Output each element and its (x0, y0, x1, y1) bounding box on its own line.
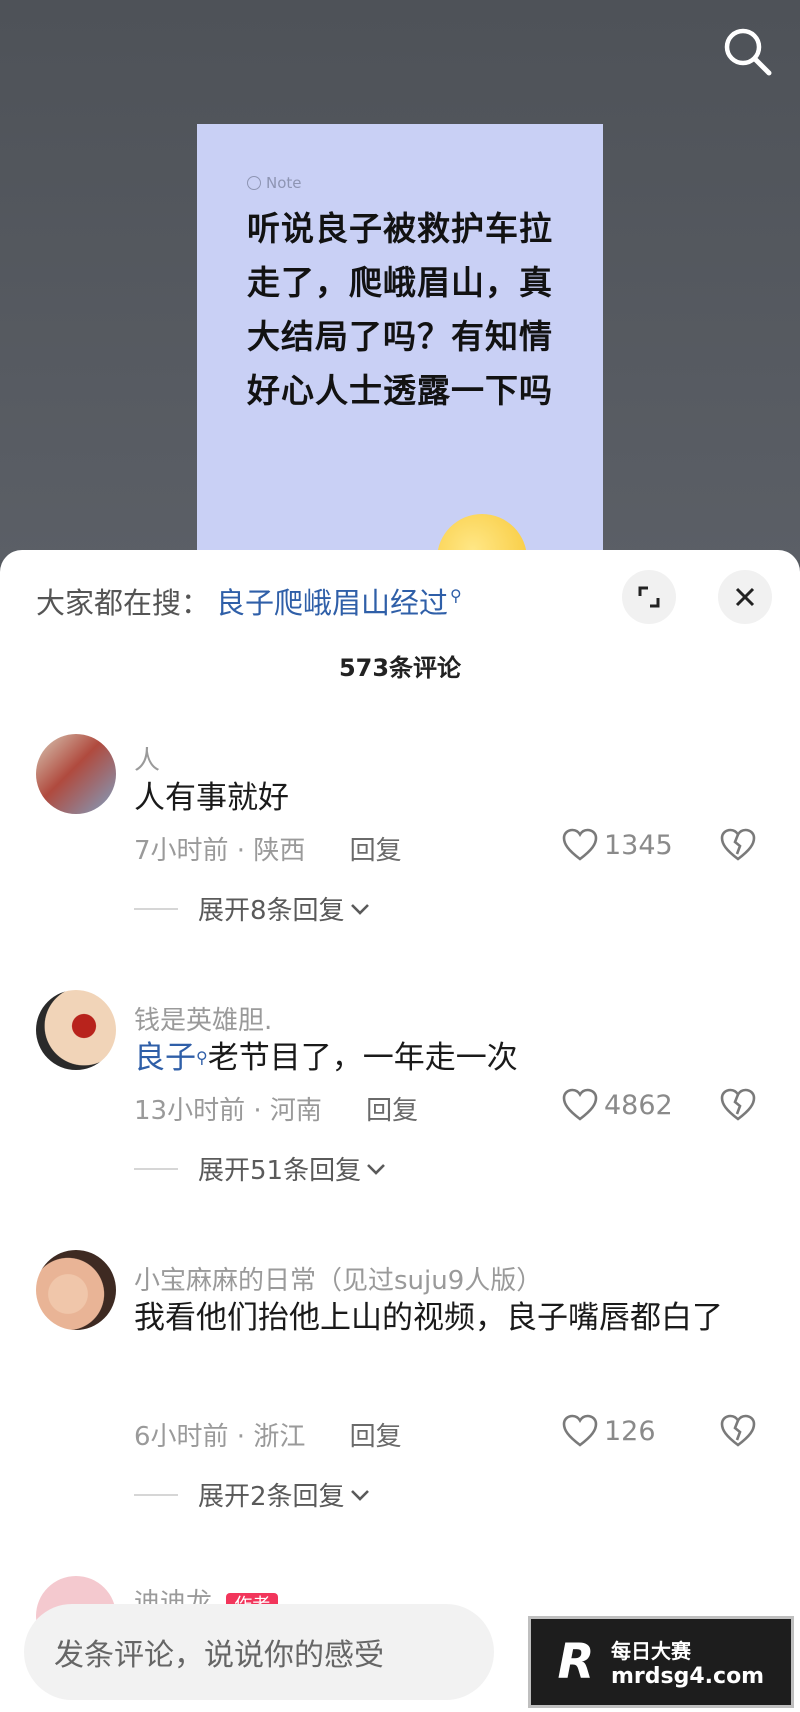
comment-sheet: 大家都在搜： 良子爬峨眉山经过 ⚲ 573条评论 人 人有事就好 7小时前 · … (0, 550, 800, 1712)
comment-text-body: 老节目了，一年走一次 (207, 1040, 518, 1076)
comment-input[interactable]: 发条评论，说说你的感受 (24, 1604, 494, 1700)
search-icon (724, 28, 772, 76)
expand-button[interactable] (622, 570, 676, 624)
expand-replies-label: 展开51条回复 (198, 1156, 362, 1186)
avatar[interactable] (36, 734, 116, 814)
comment-time: 7小时前 · 陕西 (134, 836, 306, 866)
comment-text: 人有事就好 (134, 780, 289, 816)
expand-replies[interactable]: 展开8条回复 (134, 890, 371, 927)
like-count: 126 (604, 1415, 656, 1447)
comment-meta: 13小时前 · 河南 回复 (134, 1090, 418, 1127)
search-small-icon: ⚲ (196, 1048, 208, 1067)
broken-heart-icon (720, 1414, 756, 1447)
dislike-button[interactable] (720, 1088, 756, 1126)
chevron-down-icon (350, 903, 369, 915)
chevron-down-icon (350, 1489, 369, 1501)
expand-replies-label: 展开2条回复 (198, 1482, 345, 1512)
hot-search[interactable]: 大家都在搜： 良子爬峨眉山经过 ⚲ (36, 580, 462, 622)
heart-icon (562, 828, 598, 861)
heart-icon (562, 1414, 598, 1447)
watermark-logo-icon: R (557, 1634, 595, 1690)
mention-link[interactable]: 良子⚲ (134, 1040, 208, 1076)
close-button[interactable] (718, 570, 772, 624)
chevron-down-icon (367, 1163, 386, 1175)
reply-button[interactable]: 回复 (350, 836, 402, 866)
avatar[interactable] (36, 1250, 116, 1330)
expand-icon (638, 586, 660, 608)
watermark-line1: 每日大赛 (611, 1639, 691, 1663)
search-button[interactable] (720, 24, 774, 78)
note-label: Note (247, 174, 302, 192)
broken-heart-icon (720, 1088, 756, 1121)
comment-meta: 6小时前 · 浙江 回复 (134, 1416, 402, 1453)
comment-text: 良子⚲老节目了，一年走一次 (134, 1030, 754, 1086)
comment-text: 我看他们抬他上山的视频，良子嘴唇都白了 (134, 1300, 723, 1336)
like-button[interactable]: 126 (562, 1414, 656, 1448)
watermark-text: 每日大赛 mrdsg4.com (611, 1635, 764, 1689)
like-button[interactable]: 4862 (562, 1088, 673, 1122)
watermark: R 每日大赛 mrdsg4.com (528, 1616, 794, 1708)
note-text: 听说良子被救护车拉走了，爬峨眉山，真大结局了吗？有知情好心人士透露一下吗 (247, 209, 553, 410)
reply-button[interactable]: 回复 (366, 1096, 418, 1126)
hot-search-term[interactable]: 良子爬峨眉山经过 (216, 580, 448, 622)
dislike-button[interactable] (720, 1414, 756, 1452)
avatar[interactable] (36, 990, 116, 1070)
note-label-text: Note (266, 174, 302, 192)
like-button[interactable]: 1345 (562, 828, 673, 862)
reply-button[interactable]: 回复 (350, 1422, 402, 1452)
expand-replies[interactable]: 展开2条回复 (134, 1476, 371, 1513)
hot-search-prefix: 大家都在搜： (36, 586, 211, 620)
expand-replies[interactable]: 展开51条回复 (134, 1150, 387, 1187)
divider-line (134, 907, 178, 910)
video-area[interactable]: Note 听说良子被救护车拉走了，爬峨眉山，真大结局了吗？有知情好心人士透露一下… (0, 0, 800, 560)
divider-line (134, 1167, 178, 1170)
like-count: 4862 (604, 1089, 673, 1121)
search-small-icon: ⚲ (450, 585, 462, 605)
expand-replies-label: 展开8条回复 (198, 896, 345, 926)
comment-count: 573条评论 (338, 654, 462, 682)
divider-line (134, 1493, 178, 1496)
broken-heart-icon (720, 828, 756, 861)
close-icon (735, 587, 755, 607)
mention-text: 良子 (134, 1040, 196, 1076)
comment-meta: 7小时前 · 陕西 回复 (134, 830, 402, 867)
like-count: 1345 (604, 829, 673, 861)
comment-time: 6小时前 · 浙江 (134, 1422, 306, 1452)
comment-time: 13小时前 · 河南 (134, 1096, 322, 1126)
note-ring-icon (247, 176, 261, 190)
dislike-button[interactable] (720, 828, 756, 866)
watermark-line2: mrdsg4.com (611, 1664, 765, 1689)
heart-icon (562, 1088, 598, 1121)
note-card: Note 听说良子被救护车拉走了，爬峨眉山，真大结局了吗？有知情好心人士透露一下… (197, 124, 603, 560)
